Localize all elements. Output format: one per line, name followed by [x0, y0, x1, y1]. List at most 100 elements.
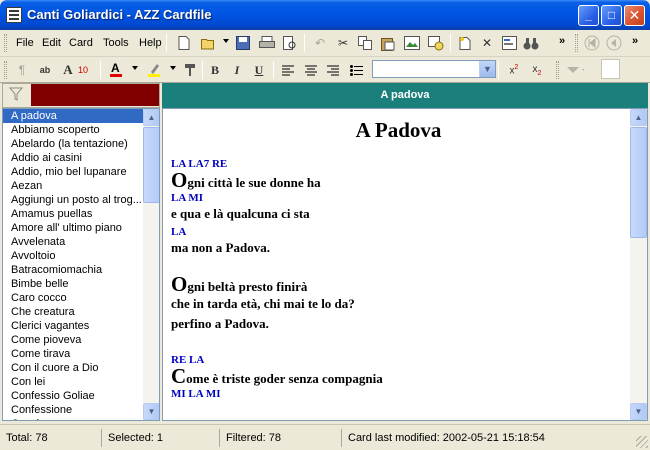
navbar-grip[interactable] [575, 34, 578, 52]
minimize-button[interactable]: _ [578, 5, 599, 26]
align-left-icon[interactable] [279, 61, 297, 79]
close-button[interactable]: ✕ [624, 5, 645, 26]
list-item[interactable]: Confessio Goliae [3, 389, 143, 403]
menubar-grip[interactable] [4, 34, 7, 52]
list-item[interactable]: Avvoltoio [3, 249, 143, 263]
card-content[interactable]: A Padova LA LA7 RE Ogni città le sue donn… [171, 109, 626, 401]
toolbar-separator [202, 61, 203, 79]
paragraph-icon[interactable]: ¶ [13, 61, 31, 79]
content-scroll-thumb[interactable] [630, 127, 647, 238]
search-box[interactable] [601, 59, 620, 79]
status-total: Total: 78 [2, 429, 102, 447]
list-item[interactable]: Avvelenata [3, 235, 143, 249]
bullet-list-icon[interactable] [347, 61, 365, 79]
content-scroll-down-icon[interactable]: ▼ [630, 403, 647, 420]
resize-grip-icon[interactable] [636, 436, 648, 448]
copy-icon[interactable] [356, 34, 374, 52]
paste-icon[interactable] [379, 34, 397, 52]
find-binoculars-icon[interactable] [522, 34, 540, 52]
list-item[interactable]: Bimbe belle [3, 277, 143, 291]
card-properties-icon[interactable] [500, 34, 518, 52]
font-color-icon[interactable]: A [107, 61, 125, 79]
list-item[interactable]: Come pioveva [3, 333, 143, 347]
open-dropdown-icon[interactable] [223, 39, 229, 43]
previous-card-icon[interactable] [605, 34, 623, 52]
lyric-text: gni beltà presto finirà [187, 279, 308, 294]
font-size-value[interactable]: 10 [78, 65, 88, 75]
subscript-icon[interactable]: x2 [528, 61, 546, 79]
list-item[interactable]: Aggiungi un posto al trog... [3, 193, 143, 207]
superscript-icon[interactable]: x2 [505, 61, 523, 79]
filter-icon[interactable] [7, 87, 25, 105]
list-scrollbar[interactable]: ▲ ▼ [143, 109, 159, 420]
lyric-text: ome è triste goder senza compagnia [186, 371, 383, 386]
list-item[interactable]: Abelardo (la tentazione) [3, 137, 143, 151]
toolbar-overflow-icon[interactable]: » [559, 35, 565, 47]
print-preview-icon[interactable] [281, 34, 299, 52]
save-icon[interactable] [234, 34, 252, 52]
print-icon[interactable] [258, 34, 276, 52]
italic-button[interactable]: I [228, 61, 246, 79]
insert-picture-icon[interactable] [403, 34, 421, 52]
insert-date-icon[interactable] [427, 34, 445, 52]
list-item[interactable]: Che creatura [3, 305, 143, 319]
cut-icon[interactable]: ✂ [334, 34, 352, 52]
lyric-text: gni città le sue donne ha [187, 175, 321, 190]
menu-file[interactable]: File [16, 37, 34, 49]
scroll-down-icon[interactable]: ▼ [143, 403, 159, 420]
menu-card[interactable]: Card [69, 37, 93, 49]
new-card-icon[interactable] [175, 34, 193, 52]
bold-button[interactable]: B [206, 61, 224, 79]
spellcheck-icon[interactable]: ab [36, 61, 54, 79]
list-item[interactable]: Addio ai casini [3, 151, 143, 165]
format-painter-icon[interactable] [181, 61, 199, 79]
title-bar[interactable]: Canti Goliardici - AZZ Cardfile _ □ ✕ [0, 0, 650, 30]
underline-button[interactable]: U [250, 61, 268, 79]
open-folder-icon[interactable] [200, 34, 218, 52]
format-toolbar-grip[interactable] [4, 61, 7, 79]
list-item[interactable]: Con lei [3, 375, 143, 389]
style-combobox[interactable]: ▼ [372, 60, 496, 78]
scroll-up-icon[interactable]: ▲ [143, 109, 159, 126]
combobox-chevron-down-icon[interactable]: ▼ [479, 61, 495, 77]
card-list[interactable]: A padova Abbiamo scoperto Abelardo (la ten… [2, 108, 160, 421]
first-card-icon[interactable] [583, 34, 601, 52]
undo-icon[interactable]: ↶ [311, 34, 329, 52]
menu-edit[interactable]: Edit [42, 37, 61, 49]
content-scroll-up-icon[interactable]: ▲ [630, 109, 647, 126]
list-item[interactable]: Caro cocco [3, 291, 143, 305]
extra-toolbar-grip[interactable] [556, 61, 559, 79]
align-center-icon[interactable] [302, 61, 320, 79]
list-item[interactable]: Confessione [3, 403, 143, 417]
highlight-dropdown-icon[interactable] [170, 66, 176, 70]
list-item[interactable]: Amore all' ultimo piano [3, 221, 143, 235]
list-item[interactable]: Batracomiomachia [3, 263, 143, 277]
menu-help[interactable]: Help [139, 37, 162, 49]
list-item[interactable]: Amamus puellas [3, 207, 143, 221]
list-item[interactable]: Con il cuore a Dio [3, 361, 143, 375]
menu-tools[interactable]: Tools [103, 37, 129, 49]
list-item[interactable]: Abbiamo scoperto [3, 123, 143, 137]
chord-line: LA MI [171, 192, 204, 204]
card-content-area[interactable]: A Padova LA LA7 RE Ogni città le sue donn… [162, 108, 648, 421]
filter-color-box[interactable] [31, 84, 159, 106]
list-scroll-thumb[interactable] [143, 127, 159, 203]
list-item[interactable]: Aezan [3, 179, 143, 193]
list-item[interactable]: A padova [3, 109, 143, 123]
font-color-dropdown-icon[interactable] [132, 66, 138, 70]
list-item[interactable]: Cocolo [3, 417, 143, 420]
app-icon[interactable] [6, 7, 22, 23]
filter-dropdown-icon[interactable] [566, 61, 584, 79]
list-item[interactable]: Clerici vagantes [3, 319, 143, 333]
maximize-button[interactable]: □ [601, 5, 622, 26]
delete-card-icon[interactable]: ✕ [478, 34, 496, 52]
list-item[interactable]: Come tirava [3, 347, 143, 361]
highlight-icon[interactable] [145, 61, 163, 79]
new-card-star-icon[interactable] [456, 34, 474, 52]
align-right-icon[interactable] [324, 61, 342, 79]
navbar-overflow-icon[interactable]: » [632, 35, 638, 47]
font-icon[interactable]: A [59, 61, 77, 79]
drop-cap: O [171, 272, 188, 296]
content-scrollbar[interactable]: ▲ ▼ [630, 109, 647, 420]
list-item[interactable]: Addio, mio bel lupanare [3, 165, 143, 179]
